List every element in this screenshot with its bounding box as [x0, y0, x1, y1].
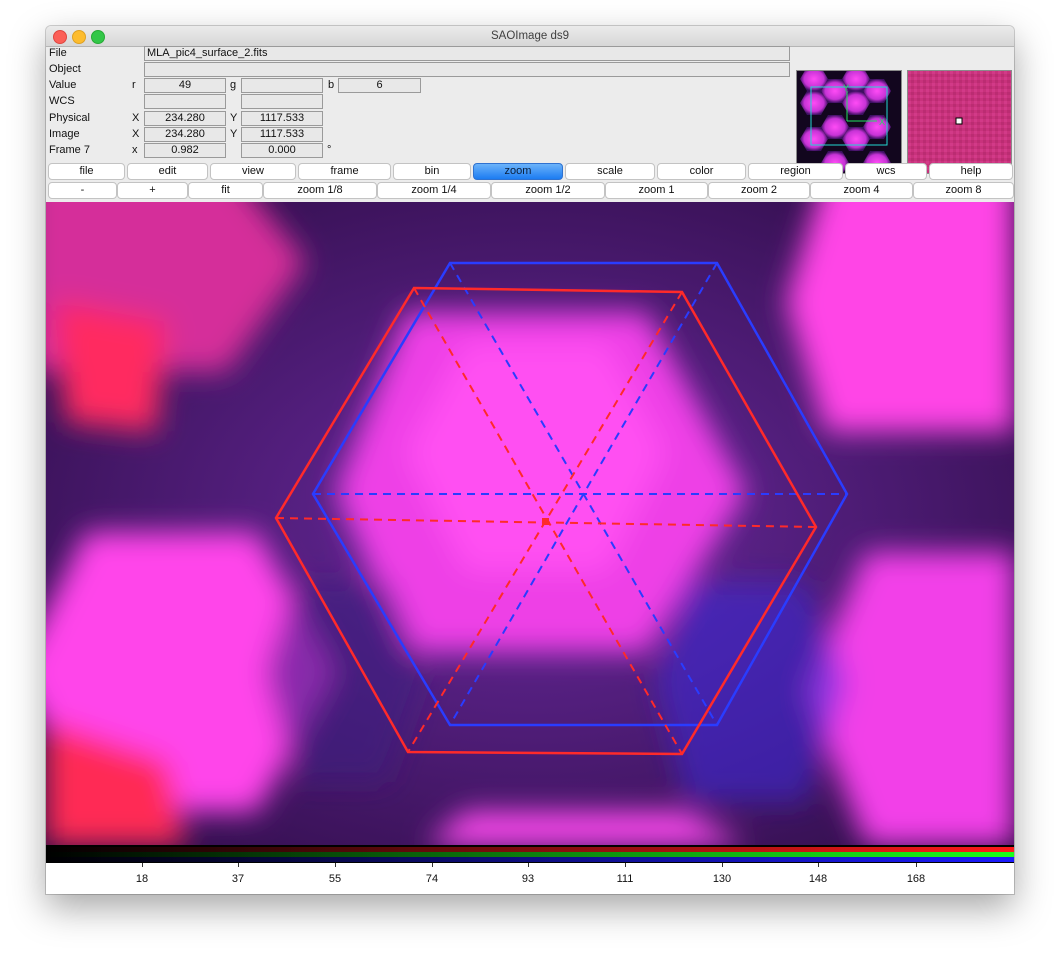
frame-x-label: x: [132, 144, 138, 156]
zoom-1-2-button[interactable]: zoom 1/2: [491, 182, 605, 199]
value-g-label: g: [230, 79, 237, 91]
colorbar-tick-mark: [142, 863, 143, 867]
physical-x-label: X: [132, 112, 140, 124]
file-name-field: MLA_pic4_surface_2.fits: [144, 46, 790, 61]
menu-bin-button[interactable]: bin: [393, 163, 471, 180]
degree-symbol: °: [327, 144, 332, 156]
zoom-8-button[interactable]: zoom 8: [913, 182, 1014, 199]
menu-edit-button[interactable]: edit: [127, 163, 208, 180]
minimize-window-button[interactable]: [72, 30, 86, 44]
object-label: Object: [49, 63, 81, 75]
zoom-out-button[interactable]: -: [48, 182, 117, 199]
colorbar-tick-mark: [625, 863, 626, 867]
colorbar-tick-mark: [432, 863, 433, 867]
zoom-button-bar: - + fit zoom 1/8 zoom 1/4 zoom 1/2 zoom 1 zoom …: [46, 182, 1014, 199]
panner-x-axis-label: X: [879, 117, 885, 127]
colorbar[interactable]: [46, 845, 1014, 863]
menu-region-button[interactable]: region: [748, 163, 843, 180]
value-r-field: 49: [144, 78, 226, 93]
colorbar-tick-mark: [916, 863, 917, 867]
magnifier-view: [908, 71, 1011, 173]
physical-y-field: 1117.533: [241, 111, 323, 126]
colorbar-tick-label: 130: [712, 873, 732, 885]
zoom-1-8-button[interactable]: zoom 1/8: [263, 182, 377, 199]
fits-image: [46, 202, 1014, 845]
colorbar-tick-label: 93: [521, 873, 535, 885]
value-r-label: r: [132, 79, 136, 91]
title-bar: SAOImage ds9: [46, 26, 1014, 47]
physical-label: Physical: [49, 112, 90, 124]
colorbar-tick-mark: [722, 863, 723, 867]
menu-wcs-button[interactable]: wcs: [845, 163, 927, 180]
zoom-1-4-button[interactable]: zoom 1/4: [377, 182, 491, 199]
frame-angle-field: 0.000: [241, 143, 323, 158]
colorbar-tick-label: 148: [808, 873, 828, 885]
menu-color-button[interactable]: color: [657, 163, 746, 180]
zoom-2-button[interactable]: zoom 2: [708, 182, 810, 199]
physical-x-field: 234.280: [144, 111, 226, 126]
file-label: File: [49, 47, 67, 59]
zoom-in-button[interactable]: +: [117, 182, 188, 199]
value-label: Value: [49, 79, 77, 91]
wcs-y-field: [241, 94, 323, 109]
zoom-window-button[interactable]: [91, 30, 105, 44]
panner[interactable]: Y X: [796, 70, 902, 174]
image-canvas[interactable]: [46, 202, 1014, 845]
panner-thumbnail: Y X: [797, 71, 901, 173]
value-g-field: [241, 78, 323, 93]
image-x-label: X: [132, 128, 140, 140]
image-y-field: 1117.533: [241, 127, 323, 142]
colorbar-tick-label: 18: [135, 873, 149, 885]
wcs-x-field: [144, 94, 226, 109]
colorbar-tick-label: 74: [425, 873, 439, 885]
zoom-4-button[interactable]: zoom 4: [810, 182, 913, 199]
zoom-1-button[interactable]: zoom 1: [605, 182, 708, 199]
wcs-label: WCS: [49, 95, 75, 107]
value-b-label: b: [328, 79, 335, 91]
colorbar-tick-label: 168: [906, 873, 926, 885]
colorbar-tick-mark: [528, 863, 529, 867]
colorbar-tick-mark: [238, 863, 239, 867]
physical-y-label: Y: [230, 112, 238, 124]
object-field: [144, 62, 790, 77]
menu-help-button[interactable]: help: [929, 163, 1013, 180]
colorbar-gradient: [46, 847, 1014, 862]
ds9-window: SAOImage ds9 File MLA_pic4_surface_2.fit…: [46, 26, 1014, 894]
value-b-field: 6: [338, 78, 421, 93]
frame-zoom-field: 0.982: [144, 143, 226, 158]
magnifier: [907, 70, 1012, 174]
colorbar-tick-mark: [818, 863, 819, 867]
window-title: SAOImage ds9: [491, 30, 569, 42]
panner-y-axis-label: Y: [843, 83, 849, 93]
image-label: Image: [49, 128, 80, 140]
image-y-label: Y: [230, 128, 238, 140]
colorbar-tick-label: 111: [616, 873, 634, 885]
zoom-fit-button[interactable]: fit: [188, 182, 263, 199]
colorbar-tick-label: 37: [231, 873, 245, 885]
colorbar-tick-label: 55: [328, 873, 342, 885]
colorbar-scale: 18 37 55 74 93 111 130 148 168: [46, 863, 1014, 894]
menu-button-bar: file edit view frame bin zoom scale color region…: [46, 163, 1014, 180]
image-x-field: 234.280: [144, 127, 226, 142]
menu-zoom-button[interactable]: zoom: [473, 163, 563, 180]
menu-scale-button[interactable]: scale: [565, 163, 655, 180]
menu-view-button[interactable]: view: [210, 163, 296, 180]
menu-file-button[interactable]: file: [48, 163, 125, 180]
frame-label: Frame 7: [49, 144, 90, 156]
menu-frame-button[interactable]: frame: [298, 163, 391, 180]
colorbar-tick-mark: [335, 863, 336, 867]
close-window-button[interactable]: [53, 30, 67, 44]
